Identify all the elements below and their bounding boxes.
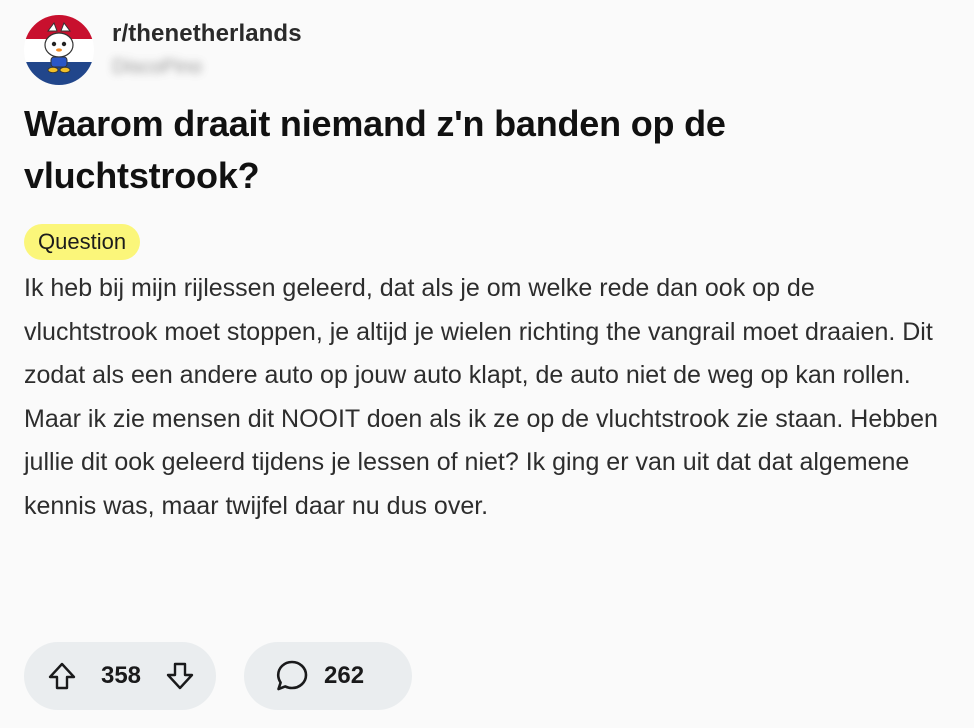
arrow-down-icon[interactable] xyxy=(162,658,198,694)
dutch-flag-mascot-icon xyxy=(24,15,94,85)
post-meta: r/thenetherlands DiscoPino xyxy=(112,15,302,79)
subreddit-name[interactable]: r/thenetherlands xyxy=(112,19,302,49)
post-title[interactable]: Waarom draait niemand z'n banden op de v… xyxy=(24,98,924,202)
post-card: r/thenetherlands DiscoPino Waarom draait… xyxy=(0,0,974,728)
comment-count: 262 xyxy=(324,662,365,689)
arrow-up-icon[interactable] xyxy=(44,658,80,694)
vote-control: 358 xyxy=(24,642,216,710)
post-actions: 358 262 xyxy=(24,642,412,710)
subreddit-avatar[interactable] xyxy=(24,15,94,85)
post-flair[interactable]: Question xyxy=(24,224,141,260)
speech-bubble-icon xyxy=(274,658,310,694)
vote-count: 358 xyxy=(100,662,142,689)
post-header: r/thenetherlands DiscoPino xyxy=(24,15,302,87)
author-username[interactable]: DiscoPino xyxy=(112,55,302,79)
post-body: Ik heb bij mijn rijlessen geleerd, dat a… xyxy=(24,274,938,520)
comments-button[interactable]: 262 xyxy=(244,642,412,710)
